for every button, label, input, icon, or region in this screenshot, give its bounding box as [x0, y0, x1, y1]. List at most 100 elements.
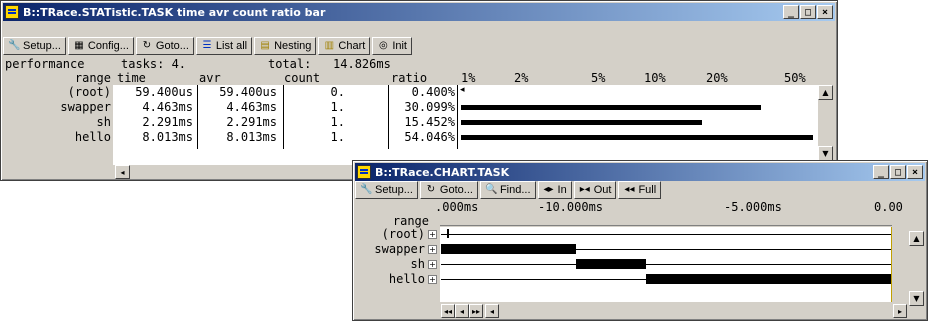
nav-prev-button[interactable]: ◂	[455, 304, 469, 318]
zoom-in-icon: ◂▸	[543, 184, 554, 195]
zoom-out-button[interactable]: ▸◂ Out	[573, 181, 617, 199]
count-header[interactable]: count	[284, 71, 320, 85]
row-time: 8.013ms	[142, 130, 193, 144]
wrench-icon: 🔧	[8, 40, 21, 51]
chart-scroll-right-button[interactable]: ▸	[893, 304, 907, 318]
init-button[interactable]: ◎ Init	[372, 37, 412, 55]
chart-row-line	[441, 234, 891, 235]
init-icon: ◎	[378, 40, 388, 51]
chart-find-button[interactable]: 🔍 Find...	[479, 181, 536, 199]
row-time: 2.291ms	[142, 115, 193, 129]
find-icon: 🔍	[484, 184, 498, 195]
tasks-count: tasks: 4.	[121, 57, 187, 71]
chart-segment	[576, 259, 646, 269]
scale-50pct: 50%	[784, 71, 806, 85]
time-header[interactable]: time	[117, 71, 146, 85]
row-count: 1.	[330, 100, 345, 114]
ratio-bar-arrow-icon: ◂	[460, 85, 465, 95]
chart-row-line	[441, 264, 891, 265]
time-label-3: 0.00	[874, 200, 903, 214]
chart-close-button[interactable]: ×	[907, 165, 923, 179]
list-all-button[interactable]: ☰ List all	[195, 37, 253, 55]
nesting-button[interactable]: ▤ Nesting	[254, 37, 317, 55]
chart-window: B::TRace.CHART.TASK _ □ × 🔧 Setup... ↻ Got…	[352, 160, 928, 321]
goto-button[interactable]: ↻ Goto...	[135, 37, 194, 55]
zoom-in-button[interactable]: ◂▸ In	[537, 181, 572, 199]
scale-20pct: 20%	[706, 71, 728, 85]
chart-toolbar: 🔧 Setup... ↻ Goto... 🔍 Find... ◂▸ In ▸◂ Out ◂…	[355, 179, 925, 201]
ratio-bar	[461, 105, 761, 110]
chart-root-marker	[447, 229, 449, 238]
row-range: hello	[74, 130, 111, 144]
statistic-toolbar: 🔧 Setup... ▦ Config... ↻ Goto... ☰ List all …	[3, 35, 835, 57]
statistic-titlebar[interactable]: B::TRace.STATistic.TASK time avr count r…	[3, 3, 835, 21]
total-time: total: 14.826ms	[268, 57, 391, 71]
wrench-icon: 🔧	[360, 184, 373, 195]
chart-scroll-down-button[interactable]: ▼	[909, 291, 924, 306]
ratio-header[interactable]: ratio	[391, 71, 427, 85]
chart-setup-button[interactable]: 🔧 Setup...	[355, 181, 418, 199]
chart-scroll-up-button[interactable]: ▲	[909, 231, 924, 246]
zoom-full-button[interactable]: ◂◂ Full	[618, 181, 662, 199]
chart-row-range: sh	[410, 257, 425, 271]
expand-icon[interactable]: +	[428, 245, 437, 254]
expand-icon[interactable]: +	[428, 275, 437, 284]
chart-title: B::TRace.CHART.TASK	[375, 165, 510, 179]
row-count: 1.	[330, 130, 345, 144]
performance-label: performance	[5, 57, 85, 71]
chart-window-icon	[357, 165, 371, 179]
zoom-full-icon: ◂◂	[624, 184, 635, 195]
scroll-up-button[interactable]: ▲	[818, 85, 833, 100]
config-button[interactable]: ▦ Config...	[67, 37, 134, 55]
row-avr: 59.400us	[219, 85, 277, 99]
nav-first-button[interactable]: ◂◂	[441, 304, 455, 318]
window-list-icon	[5, 5, 19, 19]
row-avr: 4.463ms	[226, 100, 277, 114]
chart-scroll-left-button[interactable]: ◂	[485, 304, 499, 318]
chart-icon: ▥	[324, 40, 335, 51]
row-time: 59.400us	[135, 85, 193, 99]
range-header: range	[74, 71, 111, 85]
nesting-icon: ▤	[260, 40, 270, 51]
time-label-1: -10.000ms	[538, 200, 604, 214]
expand-icon[interactable]: +	[428, 230, 437, 239]
chart-segment	[441, 244, 576, 254]
row-ratio: 0.400%	[411, 85, 455, 99]
minimize-button[interactable]: _	[783, 5, 799, 19]
row-avr: 2.291ms	[226, 115, 277, 129]
chart-maximize-button[interactable]: □	[890, 165, 906, 179]
zoom-out-icon: ▸◂	[579, 184, 590, 195]
goto-icon: ↻	[426, 184, 436, 195]
chart-minimize-button[interactable]: _	[873, 165, 889, 179]
avr-header[interactable]: avr	[199, 71, 221, 85]
scale-1pct: 1%	[461, 71, 476, 85]
grid-icon: ▦	[74, 40, 84, 51]
statistic-window: B::TRace.STATistic.TASK time avr count r…	[0, 0, 838, 181]
chart-goto-button[interactable]: ↻ Goto...	[419, 181, 478, 199]
scale-10pct: 10%	[644, 71, 666, 85]
setup-button[interactable]: 🔧 Setup...	[3, 37, 66, 55]
scroll-down-button[interactable]: ▼	[818, 146, 833, 161]
expand-icon[interactable]: +	[428, 260, 437, 269]
chart-row-range: (root)	[381, 227, 425, 241]
statistic-title: B::TRace.STATistic.TASK time avr count r…	[23, 5, 326, 19]
scroll-left-button[interactable]: ◂	[115, 165, 130, 179]
scale-2pct: 2%	[514, 71, 529, 85]
ratio-bar	[461, 135, 813, 140]
nav-last-button[interactable]: ▸▸	[469, 304, 483, 318]
maximize-button[interactable]: □	[800, 5, 816, 19]
row-count: 0.	[330, 85, 345, 99]
time-label-2: -5.000ms	[724, 200, 782, 214]
chart-button[interactable]: ▥ Chart	[318, 37, 371, 55]
list-icon: ☰	[202, 40, 212, 51]
row-range: swapper	[60, 100, 111, 114]
chart-range-header: range	[392, 214, 429, 228]
close-button[interactable]: ×	[817, 5, 833, 19]
chart-hscrollbar[interactable]	[485, 304, 909, 318]
ratio-bar	[461, 120, 702, 125]
time-label-0: .000ms	[435, 200, 479, 214]
row-range: sh	[96, 115, 111, 129]
chart-row-range: swapper	[374, 242, 425, 256]
chart-row-range: hello	[388, 272, 425, 286]
row-range: (root)	[67, 85, 111, 99]
